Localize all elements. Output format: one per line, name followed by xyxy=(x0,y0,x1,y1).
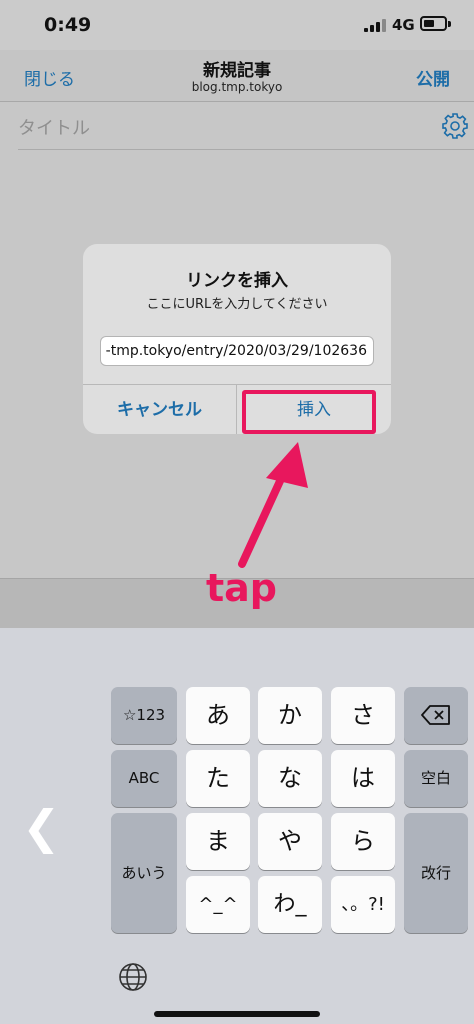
japanese-keyboard: ❮ ☆123 あ か さ ABC た な は 空白 あいう ま や ら 改行 ^… xyxy=(0,628,474,1024)
key-hiragana[interactable]: あいう xyxy=(111,813,177,933)
key-ra[interactable]: ら xyxy=(331,813,395,870)
page-subtitle: blog.tmp.tokyo xyxy=(191,80,283,94)
key-ta[interactable]: た xyxy=(186,750,250,807)
title-field[interactable]: タイトル xyxy=(18,102,474,150)
insert-highlight-box xyxy=(242,390,376,434)
gear-icon[interactable] xyxy=(441,112,469,140)
key-ya[interactable]: や xyxy=(258,813,322,870)
arrow-annotation xyxy=(238,442,308,568)
key-na[interactable]: な xyxy=(258,750,322,807)
key-symbols[interactable]: ☆123 xyxy=(111,687,177,744)
signal-icon xyxy=(364,18,386,32)
nav-bar: 閉じる 新規記事 blog.tmp.tokyo 公開 xyxy=(0,50,474,102)
key-ma[interactable]: ま xyxy=(186,813,250,870)
url-input-value: -tmp.tokyo/entry/2020/03/29/102636 xyxy=(105,343,367,359)
key-sa[interactable]: さ xyxy=(331,687,395,744)
battery-tip xyxy=(448,21,451,27)
url-input[interactable]: -tmp.tokyo/entry/2020/03/29/102636 xyxy=(100,336,374,366)
status-bar: 0:49 4G xyxy=(0,0,474,50)
key-wa[interactable]: わ_ xyxy=(258,876,322,933)
network-label: 4G xyxy=(392,16,415,34)
title-placeholder: タイトル xyxy=(18,118,90,139)
tap-annotation-label: tap xyxy=(206,566,278,610)
enter-key[interactable]: 改行 xyxy=(404,813,468,933)
space-key[interactable]: 空白 xyxy=(404,750,468,807)
status-time: 0:49 xyxy=(44,14,92,36)
key-emoticon[interactable]: ^_^ xyxy=(186,876,250,933)
publish-button[interactable]: 公開 xyxy=(416,65,450,90)
key-ka[interactable]: か xyxy=(258,687,322,744)
delete-key[interactable] xyxy=(404,687,468,744)
chevron-left-icon[interactable]: ❮ xyxy=(22,800,61,854)
home-indicator xyxy=(154,1011,320,1017)
key-a[interactable]: あ xyxy=(186,687,250,744)
dialog-message: ここにURLを入力してください xyxy=(146,297,328,312)
key-abc[interactable]: ABC xyxy=(111,750,177,807)
key-ha[interactable]: は xyxy=(331,750,395,807)
dialog-title: リンクを挿入 xyxy=(186,271,288,291)
backspace-icon xyxy=(421,705,450,725)
cancel-button[interactable]: キャンセル xyxy=(83,385,237,434)
page-title: 新規記事 xyxy=(203,61,271,81)
battery-icon xyxy=(420,16,447,31)
key-punct[interactable]: 、。?! xyxy=(331,876,395,933)
globe-icon[interactable] xyxy=(118,962,148,992)
